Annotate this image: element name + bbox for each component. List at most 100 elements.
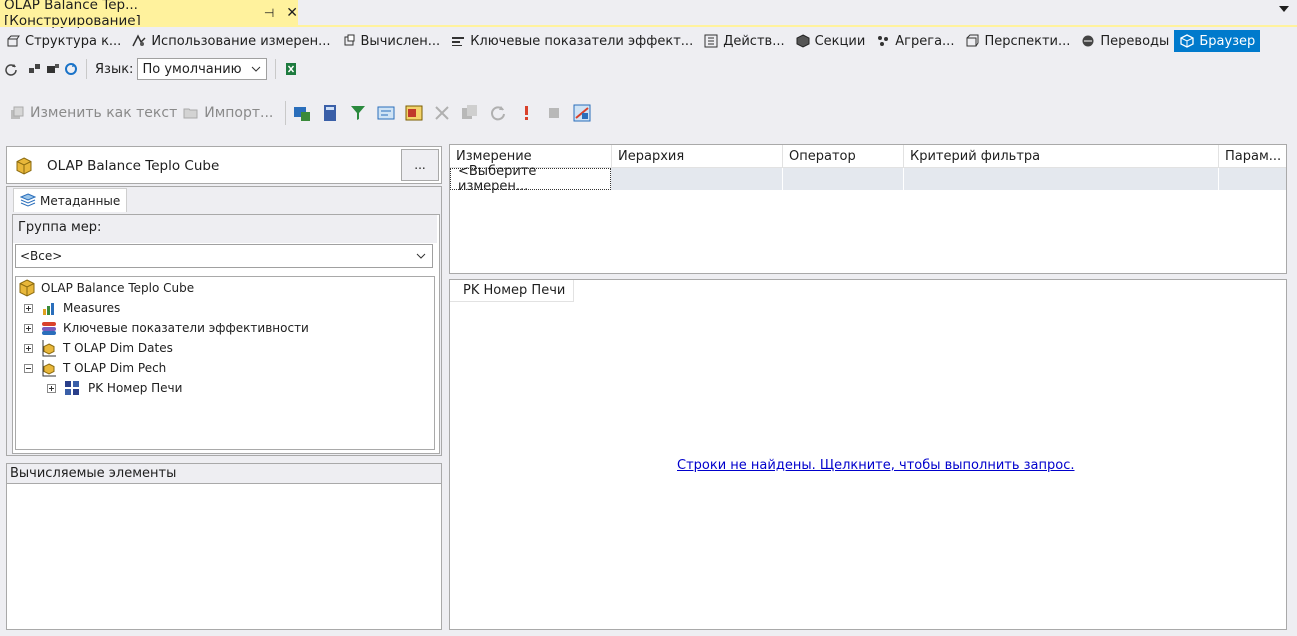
- copy-icon[interactable]: [460, 103, 480, 123]
- filter-expression-cell[interactable]: [904, 168, 1220, 190]
- hierarchy-cell[interactable]: [611, 168, 783, 190]
- pin-icon[interactable]: ⊣: [264, 6, 274, 20]
- process-icon[interactable]: [28, 62, 42, 76]
- tree-item-label: T OLAP Dim Dates: [63, 341, 173, 355]
- edit-text-icon: [11, 106, 24, 119]
- document-tab[interactable]: OLAP Balance Tep...[Конструирование] ⊣ ✕: [0, 0, 298, 29]
- tree-item-pk-nomer-pechi[interactable]: PK Номер Печи: [47, 378, 182, 398]
- column-header-operator[interactable]: Оператор: [783, 145, 904, 167]
- column-header-filter-expression[interactable]: Критерий фильтра: [904, 145, 1219, 167]
- refresh-data-icon[interactable]: [488, 103, 508, 123]
- tree-item-dim-pech[interactable]: T OLAP Dim Pech: [24, 358, 166, 378]
- parameters-cell[interactable]: [1219, 168, 1286, 190]
- tab-label: Структура к...: [25, 33, 122, 49]
- column-header-parameters[interactable]: Парам...: [1219, 145, 1286, 167]
- collapse-icon[interactable]: [24, 363, 33, 373]
- reconnect-icon[interactable]: [64, 62, 78, 76]
- cube-icon: [19, 279, 35, 297]
- tree-item-kpis[interactable]: Ключевые показатели эффективности: [24, 318, 309, 338]
- folder-icon: [183, 108, 198, 119]
- excel-icon[interactable]: [284, 62, 298, 76]
- tab-calculations[interactable]: Вычислен...: [336, 30, 446, 52]
- close-icon[interactable]: ✕: [286, 5, 298, 21]
- show-empty-cells-icon[interactable]: [376, 103, 396, 123]
- tab-aggregations[interactable]: Агрега...: [870, 30, 959, 52]
- partitions-icon: [796, 34, 810, 48]
- actions-icon: [704, 34, 718, 48]
- column-header-hierarchy[interactable]: Иерархия: [612, 145, 783, 167]
- language-label: Язык:: [95, 61, 134, 77]
- tabstrip-accent-line: [0, 25, 1297, 27]
- empty-results-message[interactable]: Строки не найдены. Щелкните, чтобы выпол…: [677, 458, 1075, 473]
- cube-selector: OLAP Balance Teplo Cube ...: [6, 146, 442, 184]
- calculated-members-pane: Вычисляемые элементы: [6, 463, 442, 630]
- tree-root[interactable]: OLAP Balance Teplo Cube: [18, 278, 194, 298]
- tree-item-label: PK Номер Печи: [88, 381, 183, 395]
- tab-label: Секции: [814, 33, 866, 49]
- operator-cell[interactable]: [783, 168, 905, 190]
- language-select[interactable]: По умолчанию: [137, 58, 268, 80]
- chevron-down-icon: [252, 66, 261, 72]
- toolbar-separator: [86, 59, 87, 79]
- stop-icon[interactable]: [544, 103, 564, 123]
- tab-label: Браузер: [1199, 33, 1256, 49]
- browse-cube-button[interactable]: ...: [401, 149, 439, 181]
- query-toolbar: Изменить как текст Импорт...: [0, 98, 1297, 128]
- browser-icon: [1180, 34, 1194, 48]
- tree-item-label: Measures: [63, 301, 121, 315]
- tab-cube-structure[interactable]: Структура к...: [0, 30, 126, 52]
- exclamation-icon[interactable]: [516, 103, 536, 123]
- metadata-tab-label: Метаданные: [40, 193, 121, 208]
- import-label: Импорт...: [204, 105, 274, 121]
- tab-actions[interactable]: Действ...: [698, 30, 789, 52]
- dimension-icon: [42, 340, 56, 357]
- toolbar-separator: [275, 59, 277, 79]
- language-value: По умолчанию: [142, 61, 242, 77]
- tab-kpis[interactable]: Ключевые показатели эффект...: [445, 30, 698, 52]
- refresh-icon[interactable]: [4, 62, 18, 76]
- tree-item-label: T OLAP Dim Pech: [63, 361, 167, 375]
- execute-query-link[interactable]: Строки не найдены. Щелкните, чтобы выпол…: [677, 458, 1075, 473]
- tab-partitions[interactable]: Секции: [790, 30, 871, 52]
- calculations-icon: [344, 34, 355, 46]
- edit-as-text-button[interactable]: Изменить как текст: [9, 105, 177, 121]
- results-pane: PK Номер Печи Строки не найдены. Щелкнит…: [449, 279, 1287, 630]
- metadata-tree: OLAP Balance Teplo Cube Measures Ключевы…: [15, 276, 435, 450]
- tab-perspectives[interactable]: Перспекти...: [959, 30, 1075, 52]
- tab-translations[interactable]: Переводы: [1075, 30, 1174, 52]
- tab-label: Действ...: [723, 33, 785, 49]
- select-dimension-cell[interactable]: <Выберите измерен...: [450, 164, 612, 194]
- filter-icon[interactable]: [348, 103, 368, 123]
- edit-as-text-label: Изменить как текст: [30, 105, 178, 121]
- browse-button-label: ...: [414, 158, 426, 172]
- calculator-icon[interactable]: [320, 103, 340, 123]
- expand-icon[interactable]: [24, 343, 33, 353]
- tab-label: Переводы: [1100, 33, 1170, 49]
- user-context-icon[interactable]: [46, 62, 60, 76]
- auto-execute-icon[interactable]: [404, 103, 424, 123]
- tree-item-measures[interactable]: Measures: [24, 298, 120, 318]
- import-button[interactable]: Импорт...: [183, 105, 273, 121]
- metadata-pane: Метаданные Группа мер: <Все> OLAP Balanc…: [6, 186, 442, 456]
- cube-structure-icon: [7, 35, 20, 47]
- metadata-icon: [20, 192, 36, 207]
- measure-group-select[interactable]: <Все>: [15, 244, 433, 268]
- tree-item-dim-dates[interactable]: T OLAP Dim Dates: [24, 338, 173, 358]
- cube-icon: [16, 157, 32, 175]
- tab-metadata[interactable]: Метаданные: [13, 188, 127, 212]
- tab-dimension-usage[interactable]: Использование измерен...: [126, 30, 335, 52]
- expand-icon[interactable]: [47, 383, 56, 393]
- tab-label: Использование измерен...: [151, 33, 331, 49]
- results-column-header[interactable]: PK Номер Печи: [450, 280, 574, 302]
- add-calculated-member-icon[interactable]: [292, 103, 312, 123]
- tab-overflow-chevron-down-icon[interactable]: [1279, 6, 1289, 12]
- delete-icon[interactable]: [432, 103, 452, 123]
- expand-icon[interactable]: [24, 303, 33, 313]
- cube-name: OLAP Balance Teplo Cube: [47, 158, 220, 174]
- tab-browser[interactable]: Браузер: [1174, 30, 1261, 52]
- kpi-icon: [452, 37, 465, 46]
- designer-tab-strip: Структура к... Использование измерен... …: [0, 29, 1297, 53]
- calculated-members-header: Вычисляемые элементы: [7, 464, 441, 484]
- expand-icon[interactable]: [24, 323, 33, 333]
- design-mode-icon[interactable]: [572, 103, 592, 123]
